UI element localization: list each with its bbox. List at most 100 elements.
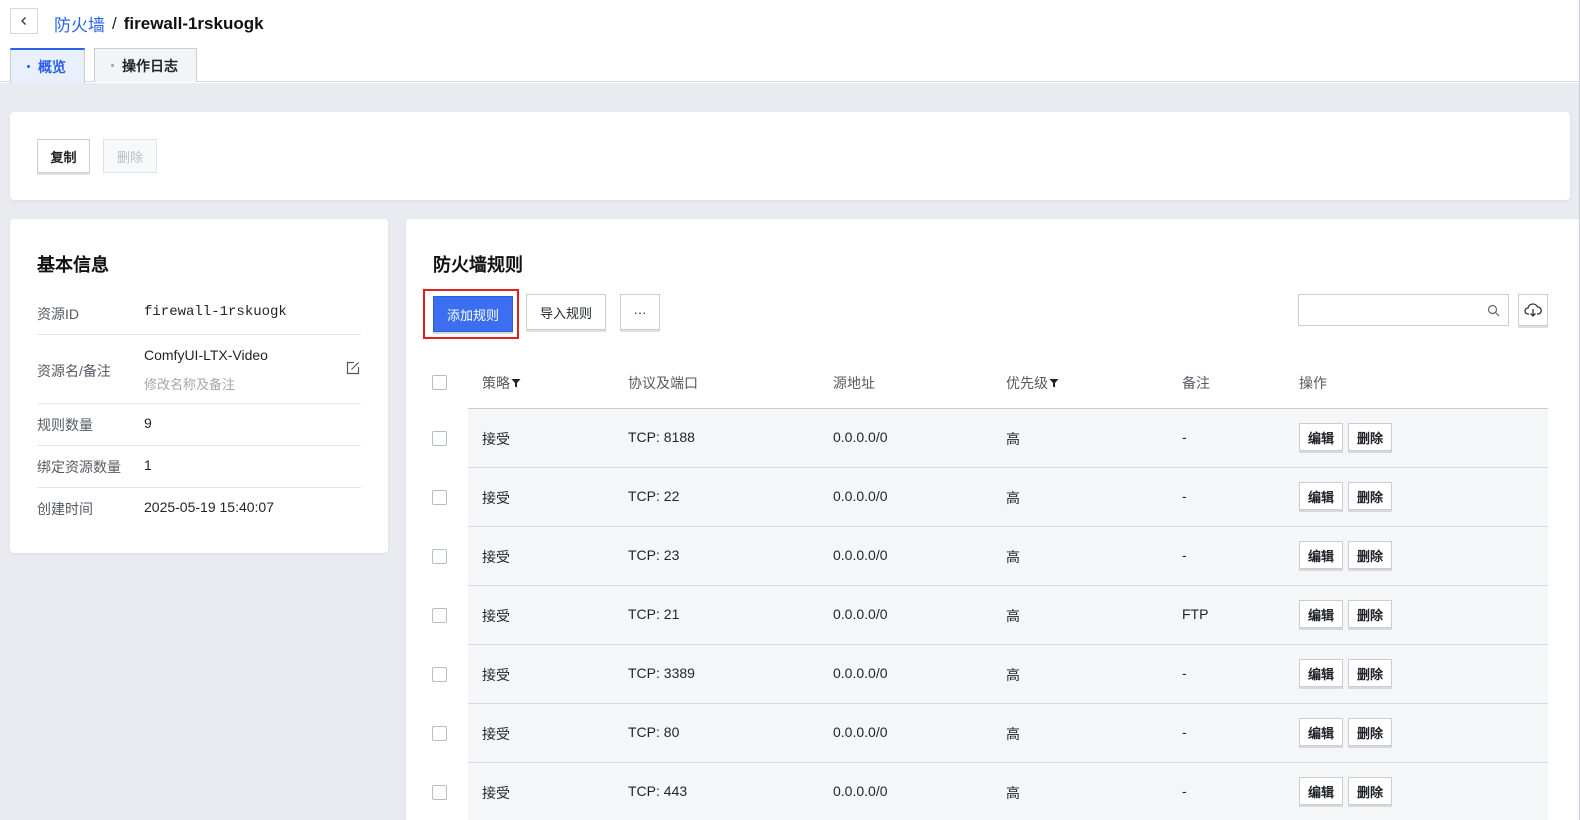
import-rule-button[interactable]: 导入规则 (526, 294, 606, 330)
delete-rule-button[interactable]: 删除 (1348, 600, 1393, 628)
table-row: 接受 TCP: 8188 0.0.0.0/0 高 - 编辑 删除 (432, 409, 1548, 468)
add-rule-button[interactable]: 添加规则 (433, 296, 513, 332)
info-row-rule-count: 规则数量 9 (37, 404, 361, 446)
info-row-bound-count: 绑定资源数量 1 (37, 446, 361, 488)
edit-rule-button[interactable]: 编辑 (1299, 482, 1344, 510)
row-checkbox[interactable] (432, 726, 447, 741)
cell-note: - (1182, 547, 1187, 563)
delete-rule-button[interactable]: 删除 (1348, 659, 1393, 687)
delete-rule-button[interactable]: 删除 (1348, 423, 1393, 451)
back-button[interactable] (10, 8, 38, 34)
column-header-priority: 优先级 (1006, 373, 1059, 393)
cell-source: 0.0.0.0/0 (833, 783, 888, 799)
edit-rule-button[interactable]: 编辑 (1299, 659, 1344, 687)
column-header-note: 备注 (1182, 375, 1210, 391)
tab-label: 概览 (38, 58, 66, 75)
cell-priority: 高 (1006, 608, 1020, 624)
action-toolbar: 复制 删除 (10, 112, 1570, 200)
edit-icon[interactable] (345, 360, 361, 376)
firewall-rules-title: 防火墙规则 (433, 255, 523, 275)
download-button[interactable] (1518, 294, 1548, 326)
row-checkbox[interactable] (432, 785, 447, 800)
tab-overview[interactable]: 概览 (10, 48, 85, 83)
table-body: 接受 TCP: 8188 0.0.0.0/0 高 - 编辑 删除 接受 TCP:… (432, 409, 1548, 820)
created-time-value: 2025-05-19 15:40:07 (144, 499, 274, 515)
row-checkbox[interactable] (432, 431, 447, 446)
cell-source: 0.0.0.0/0 (833, 488, 888, 504)
delete-rule-button[interactable]: 删除 (1348, 482, 1393, 510)
firewall-rules-card: 防火墙规则 添加规则 导入规则 ··· 策略 协议及端口 源地址 优先级 备注 … (406, 219, 1580, 820)
row-actions: 编辑 删除 (1299, 600, 1393, 628)
resource-name-value: ComfyUI-LTX-Video (144, 347, 268, 363)
chevron-left-icon (21, 17, 26, 25)
rule-count-value: 9 (144, 415, 152, 431)
bound-count-value: 1 (144, 457, 152, 473)
cell-priority: 高 (1006, 431, 1020, 447)
search-icon[interactable] (1487, 304, 1500, 317)
delete-rule-button[interactable]: 删除 (1348, 541, 1393, 569)
column-label: 优先级 (1006, 375, 1048, 391)
select-all-checkbox[interactable] (432, 375, 447, 390)
cell-policy: 接受 (482, 490, 510, 506)
cell-policy: 接受 (482, 785, 510, 801)
cell-priority: 高 (1006, 490, 1020, 506)
info-row-name-note: 资源名/备注 ComfyUI-LTX-Video 修改名称及备注 (37, 335, 361, 404)
filter-icon[interactable] (511, 378, 521, 388)
cell-policy: 接受 (482, 549, 510, 565)
table-row: 接受 TCP: 21 0.0.0.0/0 高 FTP 编辑 删除 (432, 586, 1548, 645)
column-header-policy: 策略 (482, 373, 521, 393)
info-row-created-time: 创建时间 2025-05-19 15:40:07 (37, 488, 361, 530)
edit-rule-button[interactable]: 编辑 (1299, 541, 1344, 569)
info-row-resource-id: 资源ID firewall-1rskuogk (37, 291, 361, 335)
copy-button[interactable]: 复制 (37, 139, 90, 173)
edit-rule-button[interactable]: 编辑 (1299, 600, 1344, 628)
cell-policy: 接受 (482, 667, 510, 683)
cell-protocol: TCP: 80 (628, 724, 680, 740)
cell-source: 0.0.0.0/0 (833, 665, 888, 681)
row-checkbox[interactable] (432, 549, 447, 564)
cell-priority: 高 (1006, 726, 1020, 742)
table-header: 策略 协议及端口 源地址 优先级 备注 操作 (432, 355, 1548, 409)
row-actions: 编辑 删除 (1299, 777, 1393, 805)
resource-id-value: firewall-1rskuogk (144, 304, 287, 320)
cell-policy: 接受 (482, 431, 510, 447)
more-button[interactable]: ··· (620, 294, 660, 330)
cell-priority: 高 (1006, 667, 1020, 683)
cell-note: - (1182, 488, 1187, 504)
row-checkbox[interactable] (432, 608, 447, 623)
breadcrumb-separator: / (112, 13, 117, 33)
edit-rule-button[interactable]: 编辑 (1299, 718, 1344, 746)
tab-dot-icon (27, 65, 30, 68)
cell-note: - (1182, 724, 1187, 740)
column-header-actions: 操作 (1299, 375, 1327, 391)
cell-priority: 高 (1006, 785, 1020, 801)
search-input[interactable] (1305, 295, 1480, 325)
basic-info-title: 基本信息 (37, 255, 109, 275)
delete-rule-button[interactable]: 删除 (1348, 718, 1393, 746)
cell-note: - (1182, 665, 1187, 681)
cell-protocol: TCP: 8188 (628, 429, 695, 445)
edit-rule-button[interactable]: 编辑 (1299, 777, 1344, 805)
add-rule-highlight: 添加规则 (423, 289, 519, 339)
row-checkbox[interactable] (432, 667, 447, 682)
search-box (1298, 294, 1509, 326)
cell-source: 0.0.0.0/0 (833, 606, 888, 622)
tab-bar: 概览 操作日志 (10, 48, 197, 83)
tab-operation-log[interactable]: 操作日志 (94, 48, 197, 82)
row-checkbox[interactable] (432, 490, 447, 505)
tab-label: 操作日志 (122, 57, 178, 74)
filter-icon[interactable] (1049, 378, 1059, 388)
cell-note: - (1182, 429, 1187, 445)
table-row: 接受 TCP: 3389 0.0.0.0/0 高 - 编辑 删除 (432, 645, 1548, 704)
cell-protocol: TCP: 21 (628, 606, 680, 622)
breadcrumb-firewall-link[interactable]: 防火墙 (54, 11, 105, 36)
delete-rule-button[interactable]: 删除 (1348, 777, 1393, 805)
cell-protocol: TCP: 23 (628, 547, 680, 563)
row-actions: 编辑 删除 (1299, 718, 1393, 746)
info-label: 资源ID (37, 306, 79, 322)
edit-rule-button[interactable]: 编辑 (1299, 423, 1344, 451)
cell-note: FTP (1182, 606, 1209, 622)
cell-policy: 接受 (482, 608, 510, 624)
column-label: 策略 (482, 375, 510, 391)
info-label: 绑定资源数量 (37, 459, 121, 475)
